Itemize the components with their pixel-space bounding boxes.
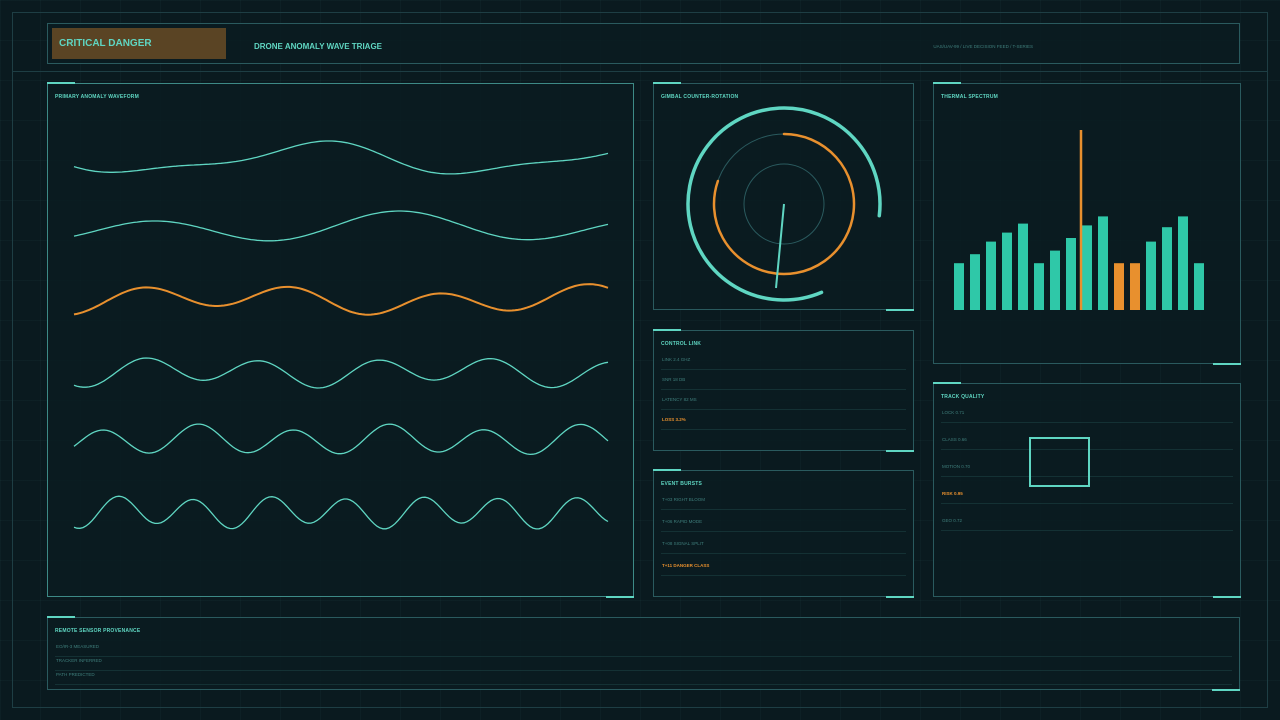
provenance-row: TRACKER INFERRED (56, 658, 102, 663)
track-quality-row: MOTION 0.70 (942, 464, 971, 469)
control-link-row-divider (661, 429, 906, 430)
track-quality-row: RISK 0.95 (942, 491, 963, 496)
waveform-trace (73, 423, 609, 456)
control-link-row: LINK 2.4 GHZ (662, 357, 691, 362)
thermal-panel: THERMAL SPECTRUM (933, 82, 1241, 365)
event-burst-row-divider (661, 553, 906, 554)
provenance-row: EO/IR-3 MEASURED (56, 644, 100, 649)
thermal-bar (1082, 225, 1092, 310)
control-link-row: LATENCY 82 MS (662, 397, 697, 402)
thermal-bar (1130, 263, 1140, 310)
track-quality-panel: TRACK QUALITY LOCK 0.71 CLASS 0.66 MOTION … (933, 382, 1241, 598)
gimbal-panel: GIMBAL COUNTER-ROTATION (653, 82, 914, 311)
control-link-row: SNR 18 DB (662, 377, 686, 382)
waveform-trace (73, 140, 609, 175)
waveform-panel: PRIMARY ANOMALY WAVEFORM (47, 82, 634, 598)
control-link-panel-title: CONTROL LINK (661, 341, 702, 347)
provenance-row: PATH PREDICTED (56, 672, 95, 677)
waveform-trace (73, 357, 609, 389)
track-quality-row-divider (941, 422, 1233, 423)
track-quality-panel-title: TRACK QUALITY (941, 394, 985, 400)
waveform-trace (73, 495, 609, 530)
control-link-panel: CONTROL LINK LINK 2.4 GHZ SNR 18 DB LATENC… (653, 329, 914, 452)
thermal-bar (1178, 216, 1188, 310)
thermal-bar (1162, 227, 1172, 310)
waveform-chart (73, 140, 609, 530)
thermal-bar (954, 263, 964, 310)
event-burst-row: T+06 RAPID MODE (662, 519, 703, 524)
waveform-anomaly-trace (73, 283, 609, 316)
control-link-row-divider (661, 369, 906, 370)
provenance-panel: REMOTE SENSOR PROVENANCE EO/IR-3 MEASURE… (47, 616, 1240, 691)
thermal-bar (1146, 241, 1156, 310)
thermal-bar (1002, 232, 1012, 310)
provenance-panel-title: REMOTE SENSOR PROVENANCE (55, 628, 141, 634)
provenance-row-divider (55, 656, 1232, 657)
header-bar: CRITICAL DANGER DRONE ANOMALY WAVE TRIAG… (47, 23, 1240, 64)
thermal-bar (1114, 263, 1124, 310)
control-link-row-divider (661, 409, 906, 410)
thermal-bar (1034, 263, 1044, 310)
waveform-trace (73, 210, 609, 242)
event-burst-row-divider (661, 509, 906, 510)
track-quality-row-divider (941, 503, 1233, 504)
danger-badge: CRITICAL DANGER (52, 28, 226, 59)
track-quality-row: LOCK 0.71 (942, 410, 965, 415)
thermal-bar (1018, 223, 1028, 310)
event-burst-row: T+08 SIGNAL SPLIT (662, 541, 704, 546)
event-bursts-panel: EVENT BURSTS T+03 RIGHT BLOOM T+06 RAPID … (653, 469, 914, 598)
thermal-bar (1050, 250, 1060, 310)
track-quality-row: CLASS 0.66 (942, 437, 967, 442)
event-burst-row-divider (661, 531, 906, 532)
thermal-bar (970, 254, 980, 310)
provenance-row-divider (55, 684, 1232, 685)
header-divider (12, 71, 1268, 72)
event-burst-row: T+11 DANGER CLASS (662, 563, 710, 568)
track-target-box (1029, 437, 1090, 487)
thermal-bar (986, 241, 996, 310)
header-meta: UAS/UAV-99 / LIVE DECISION FEED / T-SERI… (933, 44, 1033, 49)
thermal-bar (1194, 263, 1204, 310)
thermal-bar (1098, 216, 1108, 310)
gimbal-dial (686, 106, 882, 302)
provenance-row-divider (55, 670, 1232, 671)
thermal-spectrum-chart (954, 130, 1204, 310)
gimbal-needle (775, 203, 785, 289)
page-title: DRONE ANOMALY WAVE TRIAGE (254, 42, 383, 51)
event-burst-row-divider (661, 575, 906, 576)
track-quality-row: GEO 0.72 (942, 518, 963, 523)
control-link-row-divider (661, 389, 906, 390)
event-burst-row: T+03 RIGHT BLOOM (662, 497, 706, 502)
control-link-row: LOSS 3.2% (662, 417, 686, 422)
track-quality-row-divider (941, 530, 1233, 531)
event-bursts-panel-title: EVENT BURSTS (661, 481, 703, 487)
thermal-bar (1066, 238, 1076, 310)
